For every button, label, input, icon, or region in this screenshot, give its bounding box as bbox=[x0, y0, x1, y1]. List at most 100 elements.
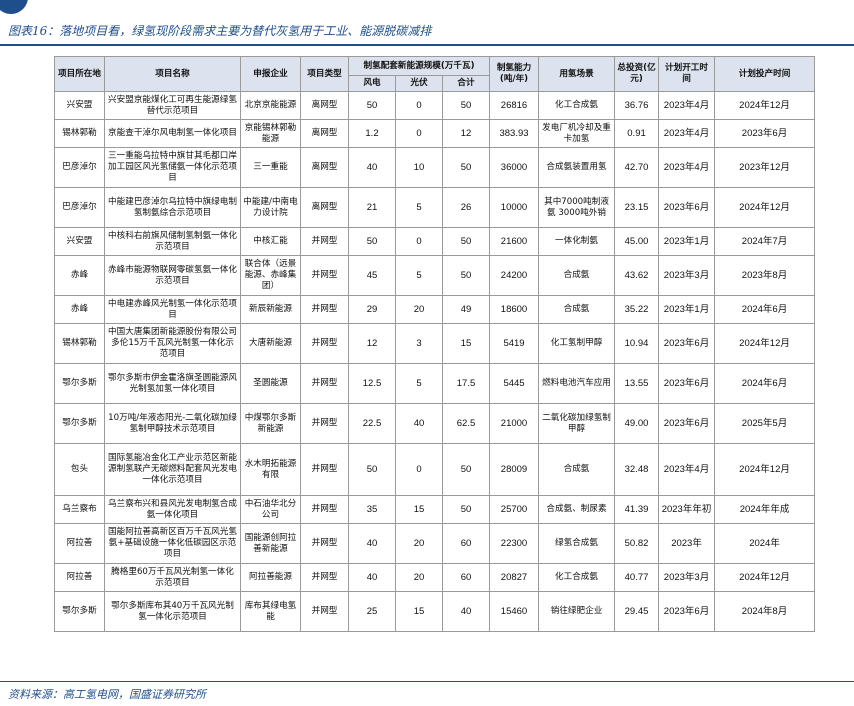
cell-investment: 45.00 bbox=[614, 227, 660, 256]
brand-logo-arc bbox=[0, 0, 28, 14]
cell-company: 水木明拓能源有限 bbox=[240, 443, 301, 496]
cell-pv: 40 bbox=[395, 403, 443, 444]
cell-scenario: 合成氨 bbox=[538, 255, 616, 296]
cell-investment: 43.62 bbox=[614, 255, 660, 296]
cell-start-date: 2023年1月 bbox=[658, 227, 716, 256]
cell-pv: 20 bbox=[395, 295, 443, 324]
col-pv-header: 光伏 bbox=[395, 75, 443, 92]
col-total-header: 合计 bbox=[441, 75, 491, 92]
cell-project-name: 鄂尔多斯市伊金霍洛旗圣圆能源风光制氢加氢一体化项目 bbox=[104, 363, 241, 404]
col-capacity-header: 制氢能力(吨/年) bbox=[489, 56, 540, 92]
cell-location: 包头 bbox=[54, 443, 105, 496]
cell-investment: 49.00 bbox=[614, 403, 660, 444]
cell-start-date: 2023年6月 bbox=[658, 363, 716, 404]
cell-wind: 40 bbox=[348, 523, 396, 564]
cell-operation-date: 2023年6月 bbox=[714, 119, 816, 148]
cell-project-name: 中电建赤峰风光制氢一体化示范项目 bbox=[104, 295, 241, 324]
cell-capacity: 5419 bbox=[489, 323, 540, 364]
cell-pv: 0 bbox=[395, 91, 443, 120]
cell-scenario: 合成氨 bbox=[538, 295, 616, 324]
table-row: 赤峰 赤峰市能源物联网零碳氢氨一体化示范项目 联合体（远景能源、赤峰集团） 并网型 45… bbox=[54, 255, 816, 296]
cell-start-date: 2023年4月 bbox=[658, 119, 716, 148]
cell-project-type: 并网型 bbox=[300, 295, 349, 324]
cell-investment: 29.45 bbox=[614, 591, 660, 632]
cell-operation-date: 2024年12月 bbox=[714, 443, 816, 496]
cell-pv: 10 bbox=[395, 147, 443, 188]
cell-company: 圣圆能源 bbox=[240, 363, 301, 404]
cell-project-type: 并网型 bbox=[300, 591, 349, 632]
cell-pv: 20 bbox=[395, 523, 443, 564]
cell-start-date: 2023年3月 bbox=[658, 563, 716, 592]
cell-location: 鄂尔多斯 bbox=[54, 403, 105, 444]
col-type-header: 项目类型 bbox=[300, 56, 349, 92]
cell-location: 赤峰 bbox=[54, 255, 105, 296]
table-row: 锡林郭勒 京能查干淖尔风电制氢一体化项目 京能锡林郭勒能源 离网型 1.2 0 12 383.… bbox=[54, 119, 816, 148]
cell-scenario: 一体化制氨 bbox=[538, 227, 616, 256]
cell-pv: 20 bbox=[395, 563, 443, 592]
cell-start-date: 2023年1月 bbox=[658, 295, 716, 324]
cell-total: 50 bbox=[441, 91, 491, 120]
cell-project-name: 腾格里60万千瓦风光制氢一体化示范项目 bbox=[104, 563, 241, 592]
col-scenario-header: 用氢场景 bbox=[538, 56, 616, 92]
cell-location: 鄂尔多斯 bbox=[54, 363, 105, 404]
col-scale-header: 制氢配套新能源规模(万千瓦) bbox=[347, 56, 491, 76]
cell-project-type: 离网型 bbox=[300, 187, 349, 228]
table-row: 巴彦淖尔 中能建巴彦淖尔乌拉特中旗绿电制氢制氨综合示范项目 中能建/中南电力设计院离… bbox=[54, 187, 816, 228]
cell-capacity: 15460 bbox=[489, 591, 540, 632]
cell-company: 中石油华北分公司 bbox=[240, 495, 301, 524]
table-row: 兴安盟 兴安盟京能煤化工可再生能源绿氢替代示范项目 北京京能能源 离网型 50 0 50 26… bbox=[54, 91, 816, 120]
cell-pv: 0 bbox=[395, 443, 443, 496]
cell-start-date: 2023年4月 bbox=[658, 443, 716, 496]
cell-location: 锡林郭勒 bbox=[54, 323, 105, 364]
cell-scenario: 绿氢合成氨 bbox=[538, 523, 616, 564]
cell-project-name: 中能建巴彦淖尔乌拉特中旗绿电制氢制氨综合示范项目 bbox=[104, 187, 241, 228]
cell-capacity: 22300 bbox=[489, 523, 540, 564]
cell-pv: 3 bbox=[395, 323, 443, 364]
cell-capacity: 5445 bbox=[489, 363, 540, 404]
cell-operation-date: 2024年6月 bbox=[714, 295, 816, 324]
cell-total: 12 bbox=[441, 119, 491, 148]
figure-title: 图表16：落地项目看，绿氢现阶段需求主要为替代灰氢用于工业、能源脱碳减排 bbox=[8, 24, 432, 38]
cell-start-date: 2023年6月 bbox=[658, 403, 716, 444]
cell-operation-date: 2024年 bbox=[714, 523, 816, 564]
cell-capacity: 26816 bbox=[489, 91, 540, 120]
cell-total: 50 bbox=[441, 255, 491, 296]
cell-capacity: 24200 bbox=[489, 255, 540, 296]
cell-capacity: 18600 bbox=[489, 295, 540, 324]
cell-scenario: 销往绿肥企业 bbox=[538, 591, 616, 632]
cell-total: 26 bbox=[441, 187, 491, 228]
table-row: 鄂尔多斯 10万吨/年液态阳光-二氧化碳加绿氢制甲醇技术示范项目 中煤鄂尔多斯新能源… bbox=[54, 403, 816, 444]
cell-wind: 35 bbox=[348, 495, 396, 524]
cell-wind: 12 bbox=[348, 323, 396, 364]
cell-scenario: 二氧化碳加绿氢制甲醇 bbox=[538, 403, 616, 444]
cell-location: 阿拉善 bbox=[54, 563, 105, 592]
cell-location: 兴安盟 bbox=[54, 91, 105, 120]
cell-location: 阿拉善 bbox=[54, 523, 105, 564]
cell-investment: 23.15 bbox=[614, 187, 660, 228]
cell-project-type: 并网型 bbox=[300, 227, 349, 256]
cell-project-type: 离网型 bbox=[300, 147, 349, 188]
cell-company: 库布其绿电氢能 bbox=[240, 591, 301, 632]
cell-start-date: 2023年6月 bbox=[658, 187, 716, 228]
table-row: 包头 国际氢能冶金化工产业示范区新能源制氢联产无碳燃料配套风光发电一体化示范项目水… bbox=[54, 443, 816, 496]
cell-project-name: 国能阿拉善高新区百万千瓦风光氢氨+基础设施一体化低碳园区示范项目 bbox=[104, 523, 241, 564]
table-row: 阿拉善 腾格里60万千瓦风光制氢一体化示范项目 阿拉善能源 并网型 40 20 60 2082… bbox=[54, 563, 816, 592]
cell-operation-date: 2024年8月 bbox=[714, 591, 816, 632]
cell-wind: 45 bbox=[348, 255, 396, 296]
cell-pv: 5 bbox=[395, 187, 443, 228]
cell-operation-date: 2024年6月 bbox=[714, 363, 816, 404]
cell-project-type: 离网型 bbox=[300, 91, 349, 120]
cell-total: 60 bbox=[441, 563, 491, 592]
projects-table: 项目所在地 项目名称 申报企业 项目类型 制氢配套新能源规模(万千瓦) 制氢能力… bbox=[54, 56, 816, 632]
cell-investment: 40.77 bbox=[614, 563, 660, 592]
cell-project-name: 中国大唐集团新能源股份有限公司多伦15万千瓦风光制氢一体化示范项目 bbox=[104, 323, 241, 364]
cell-total: 17.5 bbox=[441, 363, 491, 404]
cell-project-type: 并网型 bbox=[300, 323, 349, 364]
col-location-header: 项目所在地 bbox=[54, 56, 105, 92]
cell-pv: 15 bbox=[395, 591, 443, 632]
cell-investment: 10.94 bbox=[614, 323, 660, 364]
cell-location: 巴彦淖尔 bbox=[54, 147, 105, 188]
cell-company: 联合体（远景能源、赤峰集团） bbox=[240, 255, 301, 296]
col-operation-header: 计划投产时间 bbox=[714, 56, 816, 92]
cell-wind: 22.5 bbox=[348, 403, 396, 444]
